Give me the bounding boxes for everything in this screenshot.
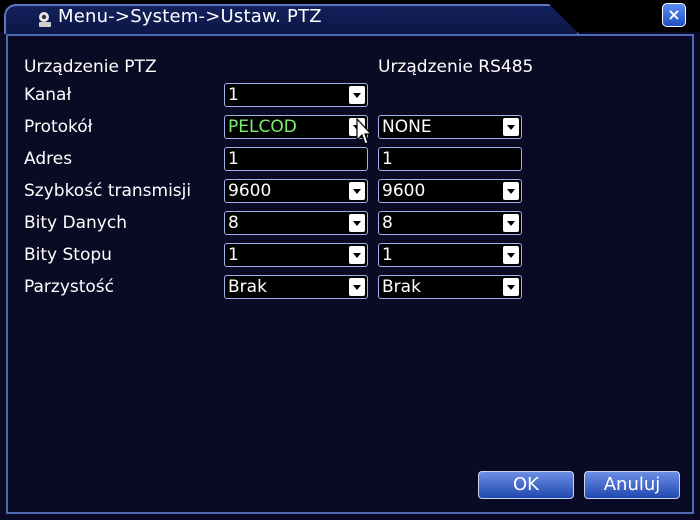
close-icon: × xyxy=(667,5,681,24)
rs485-parity-select[interactable]: Brak xyxy=(378,275,522,299)
ptz-protocol-select[interactable]: PELCOD xyxy=(224,115,368,139)
ptz-data-bits-select[interactable]: 8 xyxy=(224,211,368,235)
window-title: Menu->System->Ustaw. PTZ xyxy=(58,6,322,27)
baudrate-label: Szybkość transmisji xyxy=(24,181,192,201)
chevron-down-icon[interactable] xyxy=(349,214,365,232)
rs485-stop-bits-select[interactable]: 1 xyxy=(378,243,522,267)
ptz-channel-value: 1 xyxy=(228,85,239,105)
rs485-stop-bits-value: 1 xyxy=(382,245,393,265)
ptz-settings-window: Menu->System->Ustaw. PTZ × Urządzenie PT… xyxy=(0,0,700,520)
ptz-data-bits-value: 8 xyxy=(228,213,239,233)
rs485-device-header: Urządzenie RS485 xyxy=(378,57,534,77)
chevron-down-icon[interactable] xyxy=(503,278,519,296)
chevron-down-icon[interactable] xyxy=(349,278,365,296)
ptz-protocol-value: PELCOD xyxy=(228,117,297,137)
ptz-stop-bits-select[interactable]: 1 xyxy=(224,243,368,267)
channel-label: Kanał xyxy=(24,85,72,105)
ptz-stop-bits-value: 1 xyxy=(228,245,239,265)
ptz-channel-select[interactable]: 1 xyxy=(224,83,368,107)
ptz-parity-select[interactable]: Brak xyxy=(224,275,368,299)
mouse-pointer-icon xyxy=(356,118,372,145)
chevron-down-icon[interactable] xyxy=(349,86,365,104)
chevron-down-icon[interactable] xyxy=(503,214,519,232)
rs485-data-bits-value: 8 xyxy=(382,213,393,233)
ptz-baudrate-select[interactable]: 9600 xyxy=(224,179,368,203)
ptz-address-input[interactable]: 1 xyxy=(224,147,368,171)
data-bits-label: Bity Danych xyxy=(24,213,127,233)
chevron-down-icon[interactable] xyxy=(503,118,519,136)
ptz-baudrate-value: 9600 xyxy=(228,181,272,201)
chevron-down-icon[interactable] xyxy=(503,182,519,200)
parity-label: Parzystość xyxy=(24,277,115,297)
rs485-protocol-select[interactable]: NONE xyxy=(378,115,522,139)
ptz-device-header: Urządzenie PTZ xyxy=(24,57,157,77)
chevron-down-icon[interactable] xyxy=(503,246,519,264)
title-bar: Menu->System->Ustaw. PTZ × xyxy=(0,0,700,34)
rs485-parity-value: Brak xyxy=(382,277,421,297)
ptz-parity-value: Brak xyxy=(228,277,267,297)
cancel-button[interactable]: Anuluj xyxy=(584,471,680,499)
rs485-protocol-value: NONE xyxy=(382,117,432,137)
rs485-data-bits-select[interactable]: 8 xyxy=(378,211,522,235)
chevron-down-icon[interactable] xyxy=(349,246,365,264)
ok-button[interactable]: OK xyxy=(478,471,574,499)
rs485-baudrate-select[interactable]: 9600 xyxy=(378,179,522,203)
close-button[interactable]: × xyxy=(662,3,686,27)
rs485-baudrate-value: 9600 xyxy=(382,181,426,201)
camera-icon xyxy=(39,12,51,27)
chevron-down-icon[interactable] xyxy=(349,182,365,200)
stop-bits-label: Bity Stopu xyxy=(24,245,112,265)
address-label: Adres xyxy=(24,149,73,169)
rs485-address-input[interactable]: 1 xyxy=(378,147,522,171)
protocol-label: Protokół xyxy=(24,117,93,137)
